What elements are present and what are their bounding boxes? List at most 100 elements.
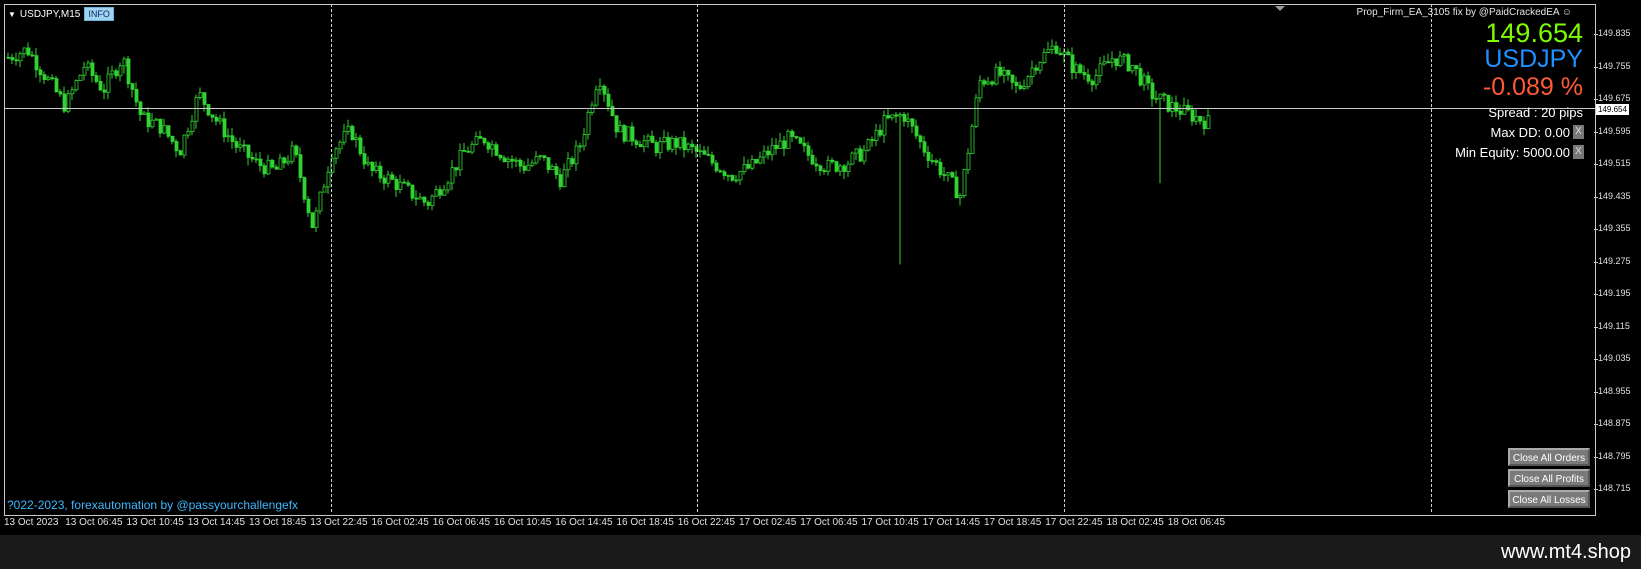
price-tick-mark bbox=[1594, 391, 1598, 393]
chart-shift-marker-icon[interactable] bbox=[1275, 6, 1285, 11]
ea-title: Prop_Firm_EA_3105 fix by @PaidCrackedEA … bbox=[1356, 7, 1572, 18]
price-tick-label: 149.035 bbox=[1598, 353, 1631, 363]
candle-body bbox=[38, 69, 43, 76]
candle-body bbox=[530, 162, 535, 166]
price-tick-mark bbox=[1594, 131, 1598, 133]
candle-body bbox=[882, 115, 887, 136]
candle-body bbox=[118, 65, 123, 77]
candle-body bbox=[750, 158, 755, 169]
time-tick-label: 16 Oct 10:45 bbox=[494, 517, 552, 528]
candle-body bbox=[738, 171, 743, 181]
min-equity-close-icon[interactable]: X bbox=[1573, 145, 1584, 159]
time-tick-label: 13 Oct 06:45 bbox=[65, 517, 123, 528]
candle-body bbox=[502, 157, 507, 163]
max-dd-close-icon[interactable]: X bbox=[1573, 125, 1584, 139]
candle-body bbox=[894, 114, 899, 117]
candle-body bbox=[162, 125, 167, 134]
candle-body bbox=[1122, 54, 1127, 57]
candle-body bbox=[542, 155, 547, 158]
candle-body bbox=[78, 74, 83, 81]
candle-body bbox=[762, 150, 767, 158]
time-tick-label: 17 Oct 02:45 bbox=[739, 517, 797, 528]
candle-body bbox=[22, 47, 27, 55]
candle-body bbox=[890, 114, 895, 119]
info-badge[interactable]: INFO bbox=[84, 7, 114, 21]
candle-body bbox=[806, 145, 811, 156]
candle-body bbox=[582, 134, 587, 147]
candle-body bbox=[1042, 52, 1047, 63]
price-tick-label: 149.595 bbox=[1598, 125, 1631, 136]
candle-body bbox=[18, 53, 23, 62]
candle-body bbox=[658, 141, 663, 154]
candle-body bbox=[82, 66, 87, 76]
candle-body bbox=[166, 125, 171, 137]
candle-body bbox=[310, 212, 315, 229]
candle-body bbox=[814, 163, 819, 167]
overlay-change: -0.089 % bbox=[1482, 73, 1583, 101]
overlay-symbol: USDJPY bbox=[1484, 45, 1583, 73]
candle-body bbox=[374, 165, 379, 171]
candle-body bbox=[202, 92, 207, 105]
candle-body bbox=[102, 89, 107, 93]
candle-body bbox=[206, 104, 211, 116]
candle-body bbox=[46, 77, 51, 80]
candle-body bbox=[6, 56, 11, 59]
candle-body bbox=[626, 126, 631, 142]
candle-body bbox=[478, 136, 483, 139]
candle-body bbox=[182, 134, 187, 156]
candle-body bbox=[1162, 93, 1167, 96]
candle-body bbox=[30, 54, 35, 57]
price-tick-mark bbox=[1594, 196, 1598, 198]
candle-body bbox=[158, 118, 163, 134]
candle-body bbox=[222, 118, 227, 138]
candle-body bbox=[830, 159, 835, 163]
candle-body bbox=[810, 154, 815, 165]
candle-body bbox=[1146, 75, 1151, 84]
price-tick-mark bbox=[1594, 229, 1598, 230]
price-tick-label: 149.835 bbox=[1598, 28, 1631, 38]
candle-body bbox=[434, 189, 439, 197]
candle-body bbox=[578, 145, 583, 148]
candle-body bbox=[510, 158, 515, 162]
candle-body bbox=[586, 111, 591, 135]
candle-body bbox=[1182, 104, 1187, 115]
candle-body bbox=[1142, 75, 1147, 86]
candle-body bbox=[1178, 110, 1183, 115]
vertical-gridline bbox=[331, 4, 332, 512]
close-all-losses-button[interactable]: Close All Losses bbox=[1508, 490, 1590, 508]
candle-body bbox=[466, 150, 471, 153]
close-all-orders-button[interactable]: Close All Orders bbox=[1508, 448, 1590, 466]
candle-body bbox=[654, 142, 659, 154]
candle-body bbox=[962, 169, 967, 196]
candle-body bbox=[1006, 69, 1011, 76]
price-tick-label: 148.955 bbox=[1598, 385, 1631, 396]
candle-body bbox=[1102, 61, 1107, 65]
candle-body bbox=[1206, 115, 1211, 129]
candle-body bbox=[122, 58, 127, 67]
candle-body bbox=[558, 174, 563, 188]
dropdown-triangle-icon[interactable]: ▼ bbox=[8, 10, 16, 19]
candle-body bbox=[574, 145, 579, 165]
candle-body bbox=[114, 70, 119, 77]
candle-body bbox=[974, 97, 979, 127]
candle-body bbox=[1174, 102, 1179, 112]
candle-body bbox=[1058, 52, 1063, 56]
candle-body bbox=[702, 150, 707, 155]
time-tick-label: 17 Oct 10:45 bbox=[861, 517, 919, 528]
candle-body bbox=[262, 165, 267, 175]
candle-body bbox=[110, 70, 115, 75]
min-equity-readout: Min Equity: 5000.00 bbox=[1455, 145, 1570, 160]
candle-body bbox=[154, 118, 159, 121]
close-all-profits-button[interactable]: Close All Profits bbox=[1508, 469, 1590, 487]
price-tick-mark bbox=[1594, 359, 1598, 360]
candle-body bbox=[518, 159, 523, 167]
time-tick-label: 13 Oct 10:45 bbox=[126, 517, 184, 528]
chart-area[interactable] bbox=[4, 4, 1596, 516]
candle-body bbox=[54, 78, 59, 93]
candle-body bbox=[274, 166, 279, 170]
time-tick-label: 13 Oct 2023 bbox=[4, 517, 59, 528]
candle-body bbox=[386, 174, 391, 184]
candle-body bbox=[754, 158, 759, 164]
candle-body bbox=[874, 129, 879, 141]
candle-body bbox=[214, 116, 219, 122]
